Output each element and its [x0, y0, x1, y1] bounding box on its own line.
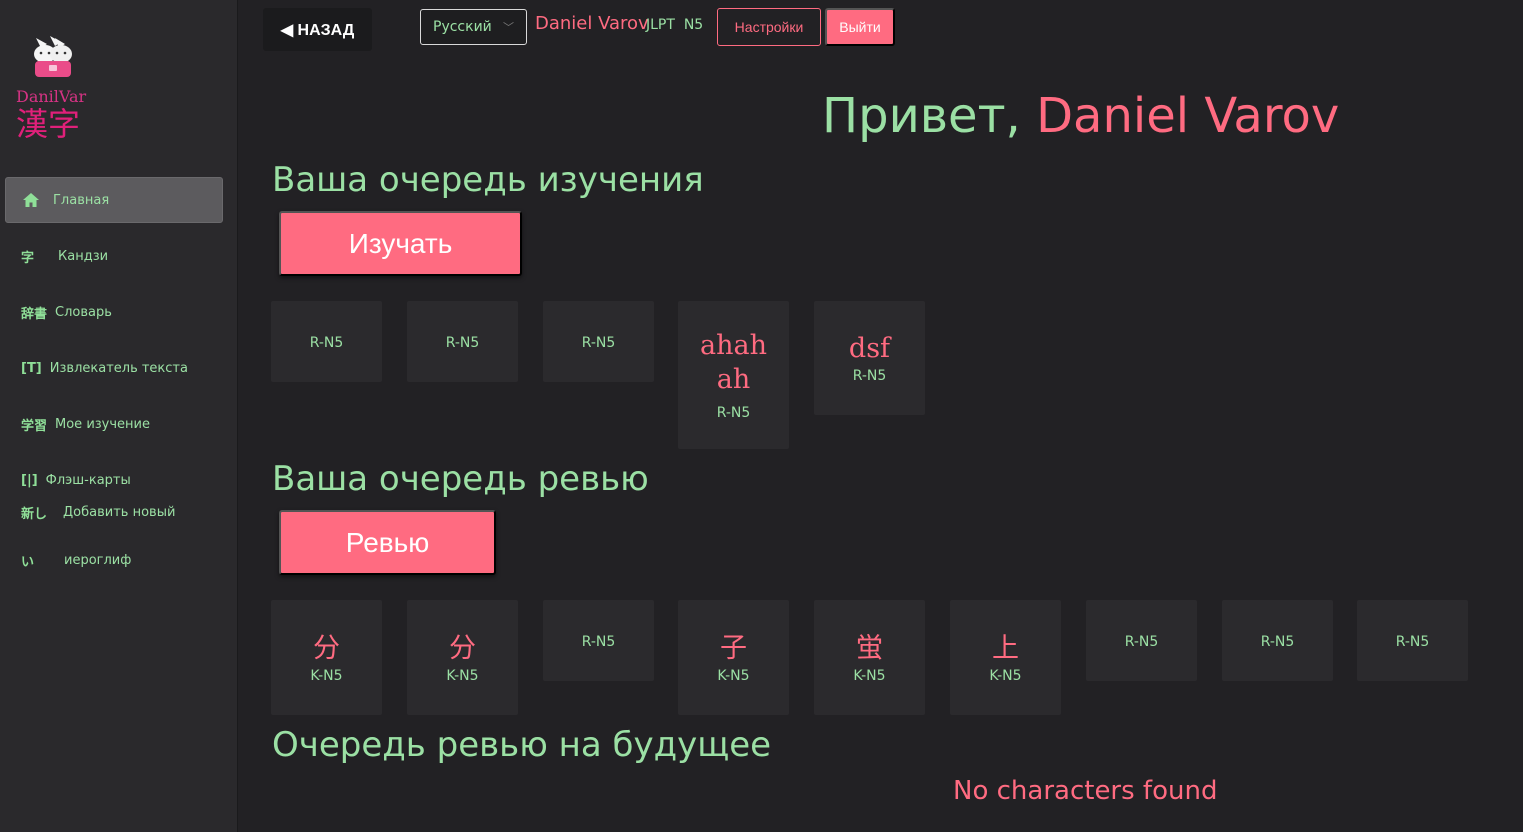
card-tag: R-N5 — [1124, 633, 1159, 650]
empty-state-message: No characters found — [953, 776, 1218, 806]
card-tag: R-N5 — [716, 405, 751, 421]
greeting-name: Daniel Varov — [1036, 88, 1340, 144]
review-card[interactable]: 上 K-N5 — [950, 600, 1061, 715]
sidebar-item-label: Словарь — [55, 304, 112, 320]
card-tag: K-N5 — [446, 667, 479, 684]
logo[interactable]: DanilVar 漢字 — [16, 32, 96, 144]
learn-card[interactable]: dsf R-N5 — [814, 301, 925, 415]
card-tag: R-N5 — [581, 334, 616, 351]
learning-icon: 学習 — [21, 418, 48, 434]
kanji-icon: 字 — [21, 250, 35, 266]
logout-button[interactable]: Выйти — [825, 8, 895, 46]
card-tag: K-N5 — [310, 667, 343, 684]
review-card[interactable]: R-N5 — [1357, 600, 1468, 681]
chevron-down-icon: ﹀ — [503, 21, 514, 34]
review-card[interactable]: 子 K-N5 — [678, 600, 789, 715]
sidebar-item-label: Добавить новый — [63, 504, 176, 520]
settings-button[interactable]: Настройки — [717, 8, 821, 46]
sidebar-item-label: Мое изучение — [55, 416, 150, 432]
greeting-prefix: Привет, — [822, 88, 1037, 144]
review-card[interactable]: R-N5 — [543, 600, 654, 681]
card-tag: R-N5 — [852, 368, 887, 384]
learn-card[interactable]: R-N5 — [543, 301, 654, 382]
sidebar-item-character[interactable]: い иероглиф — [5, 537, 223, 583]
card-tag: R-N5 — [445, 334, 480, 351]
sidebar-item-kanji[interactable]: 字 Кандзи — [5, 233, 223, 279]
sidebar-item-dictionary[interactable]: 辞書 Словарь — [5, 289, 223, 335]
sidebar-item-home[interactable]: Главная — [5, 177, 223, 223]
learn-card[interactable]: R-N5 — [271, 301, 382, 382]
sidebar-item-my-learning[interactable]: 学習 Мое изучение — [5, 401, 223, 447]
text-extractor-icon: [T] — [21, 360, 42, 376]
card-character: ahah ah — [700, 330, 767, 395]
card-tag: R-N5 — [1260, 633, 1295, 650]
add-new-icon: 新し — [21, 506, 48, 522]
language-select[interactable]: Русский ﹀ — [420, 9, 527, 45]
page-title: Привет, Daniel Varov — [822, 86, 1339, 146]
card-tag: K-N5 — [853, 667, 886, 684]
learn-queue-title: Ваша очередь изучения — [272, 160, 704, 200]
card-character: dsf — [848, 333, 891, 364]
cat-mascot-icon — [34, 36, 72, 77]
sidebar-item-label: иероглиф — [64, 552, 132, 568]
sidebar-item-add-new[interactable]: 新し Добавить новый — [5, 489, 223, 535]
learn-card[interactable]: R-N5 — [407, 301, 518, 382]
learn-button[interactable]: Изучать — [279, 211, 522, 276]
review-card[interactable]: 蛍 K-N5 — [814, 600, 925, 715]
card-tag: R-N5 — [309, 334, 344, 351]
language-value: Русский — [433, 19, 492, 35]
card-character: 分 — [313, 632, 340, 664]
sidebar-item-label: Флэш-карты — [45, 472, 131, 488]
home-icon — [23, 193, 39, 207]
card-tag: R-N5 — [581, 633, 616, 650]
review-card[interactable]: R-N5 — [1086, 600, 1197, 681]
back-button[interactable]: ◀ НАЗАД — [263, 8, 372, 51]
review-card[interactable]: 分 K-N5 — [407, 600, 518, 715]
review-card[interactable]: 分 K-N5 — [271, 600, 382, 715]
sidebar: DanilVar 漢字 Главная 字 Кандзи 辞書 Словарь … — [0, 0, 238, 832]
review-button[interactable]: Ревью — [279, 510, 496, 575]
card-character: 蛍 — [856, 632, 883, 664]
brand-name: DanilVar — [16, 87, 87, 106]
card-tag: K-N5 — [717, 667, 750, 684]
future-review-title: Очередь ревью на будущее — [272, 725, 772, 765]
card-tag: R-N5 — [1395, 633, 1430, 650]
card-tag: K-N5 — [989, 667, 1022, 684]
sidebar-item-label: Извлекатель текста — [49, 360, 188, 376]
flashcards-icon: [|] — [21, 472, 38, 488]
card-character: 子 — [720, 632, 747, 664]
app-root: DanilVar 漢字 Главная 字 Кандзи 辞書 Словарь … — [0, 0, 1523, 832]
card-character: 上 — [992, 632, 1019, 664]
hiragana-icon: い — [21, 554, 35, 570]
dictionary-icon: 辞書 — [21, 306, 48, 322]
sidebar-item-label: Главная — [53, 192, 110, 208]
user-name: Daniel Varov — [535, 13, 649, 34]
learn-card[interactable]: ahah ah R-N5 — [678, 301, 789, 449]
sidebar-item-label: Кандзи — [58, 248, 109, 264]
card-character: 分 — [449, 632, 476, 664]
user-level: JLPT N5 — [646, 17, 704, 33]
review-card[interactable]: R-N5 — [1222, 600, 1333, 681]
brand-kanji: 漢字 — [16, 105, 81, 143]
review-queue-title: Ваша очередь ревью — [272, 459, 649, 499]
sidebar-item-text-extractor[interactable]: [T] Извлекатель текста — [5, 345, 223, 391]
